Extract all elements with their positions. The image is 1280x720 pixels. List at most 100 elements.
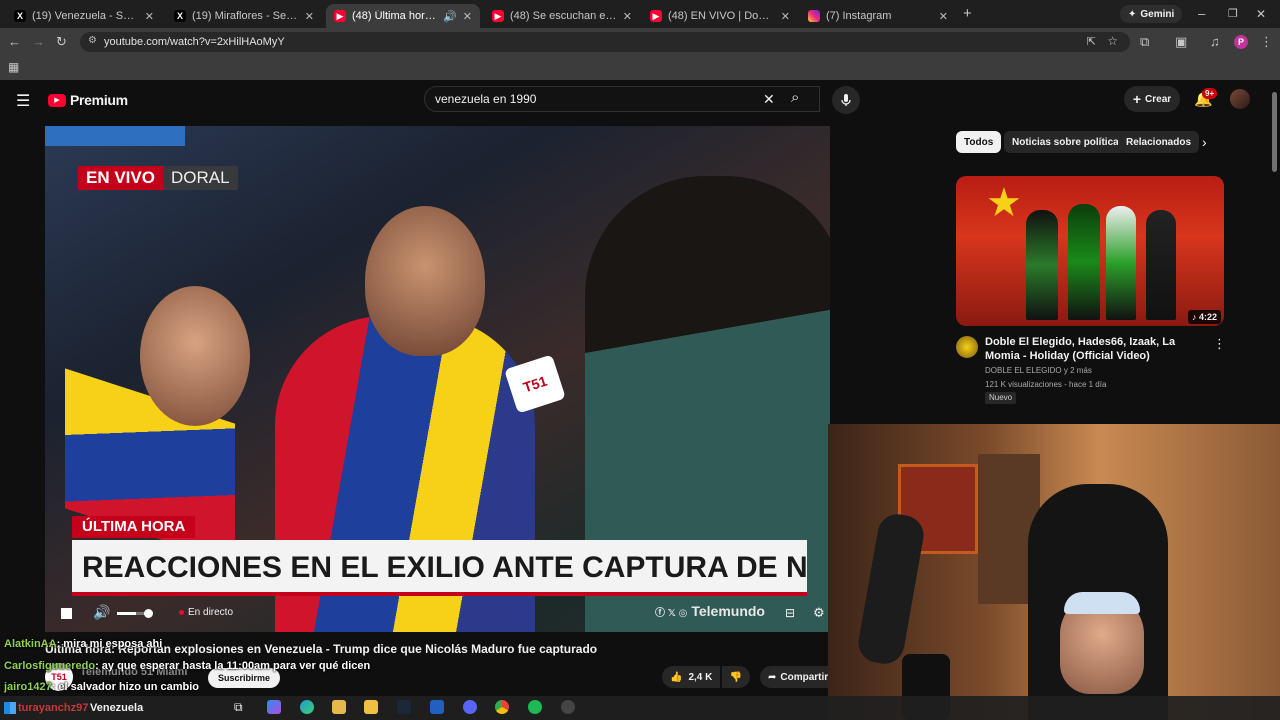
speaker-icon[interactable]: 🔊 — [443, 10, 457, 23]
page-scrollbar[interactable] — [1272, 92, 1277, 172]
chat-username: jairo1427 — [4, 681, 52, 693]
reload-icon[interactable]: ↻ — [56, 35, 67, 49]
close-tab-icon[interactable]: ✕ — [781, 10, 790, 23]
close-tab-icon[interactable]: ✕ — [145, 10, 154, 23]
related-channel-name[interactable]: DOBLE EL ELEGIDO y 2 más — [985, 366, 1092, 375]
artist-figure — [1026, 210, 1058, 320]
back-icon[interactable]: ← — [8, 35, 21, 49]
hamburger-menu-icon[interactable]: ☰ — [16, 91, 30, 111]
share-arrow-icon: ➦ — [768, 671, 777, 683]
chip-politica[interactable]: Noticias sobre política — [1004, 131, 1127, 153]
subtitles-icon[interactable]: ⊟ — [785, 606, 795, 620]
video-duration: ♪ 4:22 — [1188, 310, 1222, 324]
live-status[interactable]: En directo — [179, 607, 233, 618]
bookmark-star-icon[interactable]: ☆ — [1107, 34, 1118, 48]
gemini-sparkle-icon: ✦ — [1128, 8, 1137, 20]
browser-tab-active[interactable]: ▶ (48) Última hora: Reportan 🔊 ✕ — [326, 4, 480, 28]
youtube-play-icon: ▶ — [48, 93, 66, 107]
browser-tab[interactable]: ▶ (48) EN VIVO | Donald Trump c ✕ — [642, 4, 798, 28]
taskbar-search[interactable]: Venezuela — [90, 702, 143, 714]
scene-sign — [45, 126, 185, 146]
apps-grid-icon[interactable]: ▦ — [8, 60, 19, 74]
profile-avatar[interactable]: P — [1234, 35, 1248, 49]
close-window-icon[interactable]: ✕ — [1256, 7, 1266, 21]
address-bar[interactable]: ⚙ youtube.com/watch?v=2xHilHAoMyY ⇱ ☆ — [80, 32, 1130, 52]
forward-icon[interactable]: → — [32, 35, 45, 49]
streamer-webcam — [828, 424, 1280, 720]
stream-username: turayanchz97 — [18, 702, 89, 714]
edge-icon[interactable] — [300, 700, 314, 714]
player-controls: 🔊 En directo ⓕ 𝕏 ◎ Telemundo ⊟ ⚙ — [45, 598, 830, 632]
woman-face — [140, 286, 250, 426]
microphone-icon — [841, 94, 851, 106]
close-tab-icon[interactable]: ✕ — [463, 10, 472, 23]
like-button[interactable]: 👍 2,4 K — [662, 666, 720, 688]
search-icon[interactable]: ⌕ — [791, 89, 799, 106]
obs-icon[interactable] — [561, 700, 575, 714]
browser-menu-icon[interactable]: ⋮ — [1260, 35, 1273, 49]
site-info-icon[interactable]: ⚙ — [88, 35, 97, 46]
steam-icon[interactable] — [397, 700, 411, 714]
store-icon[interactable] — [430, 700, 444, 714]
close-tab-icon[interactable]: ✕ — [939, 10, 948, 23]
new-tab-icon[interactable]: + — [963, 6, 972, 21]
artist-figure — [1068, 204, 1100, 320]
voice-search-button[interactable] — [832, 86, 860, 114]
create-button[interactable]: + Crear — [1124, 86, 1180, 112]
chip-todos[interactable]: Todos — [956, 131, 1002, 153]
folder-icon[interactable] — [364, 700, 378, 714]
volume-icon[interactable]: 🔊 — [93, 604, 110, 621]
thumbs-down-icon: 👎 — [729, 671, 743, 683]
discord-icon[interactable] — [463, 700, 477, 714]
account-avatar[interactable] — [1230, 89, 1250, 109]
browser-tab[interactable]: X (19) Venezuela - Search / X ✕ — [6, 4, 162, 28]
live-banner: EN VIVO DORAL — [78, 166, 238, 190]
settings-gear-icon[interactable]: ⚙ — [813, 605, 825, 621]
live-dot-icon — [179, 610, 184, 615]
browser-tab[interactable]: (7) Instagram ✕ — [800, 4, 956, 28]
split-view-icon[interactable]: ▣ — [1175, 35, 1187, 49]
close-tab-icon[interactable]: ✕ — [623, 10, 632, 23]
close-tab-icon[interactable]: ✕ — [305, 10, 314, 23]
task-view-icon[interactable]: ⧉ — [234, 700, 243, 715]
young-man-head — [365, 206, 485, 356]
headband — [1064, 592, 1140, 614]
related-video-thumbnail[interactable]: ★ — [956, 176, 1224, 326]
bookmarks-bar — [0, 56, 1280, 80]
search-input[interactable]: venezuela en 1990 ✕ ⌕ — [424, 86, 820, 112]
related-more-icon[interactable]: ⋮ — [1213, 336, 1226, 352]
minimize-icon[interactable]: – — [1198, 7, 1205, 21]
stop-icon[interactable] — [61, 608, 72, 619]
clear-search-icon[interactable]: ✕ — [763, 91, 775, 108]
chips-next-icon[interactable]: › — [1202, 134, 1207, 150]
gemini-button[interactable]: ✦ Gemini — [1120, 5, 1183, 23]
spotify-icon[interactable] — [528, 700, 542, 714]
windows-start-icon[interactable] — [4, 702, 16, 714]
copilot-icon[interactable] — [267, 700, 281, 714]
volume-knob[interactable] — [144, 609, 153, 618]
x-logo-icon: X — [14, 10, 26, 22]
dislike-button[interactable]: 👎 — [722, 666, 750, 688]
notification-badge: 9+ — [1202, 88, 1218, 99]
install-app-icon[interactable]: ⇱ — [1087, 35, 1096, 48]
chip-relacionados[interactable]: Relacionados — [1118, 131, 1200, 153]
chrome-icon[interactable] — [495, 700, 509, 714]
file-explorer-icon[interactable] — [332, 700, 346, 714]
telemundo-watermark: ⓕ 𝕏 ◎ Telemundo — [655, 603, 765, 619]
share-button[interactable]: ➦ Compartir — [760, 666, 828, 688]
extensions-icon[interactable]: ⧉ — [1140, 35, 1149, 49]
volume-slider[interactable] — [117, 609, 153, 618]
related-video-title[interactable]: Doble El Elegido, Hades66, Izaak, La Mom… — [985, 335, 1210, 363]
thumbs-up-icon: 👍 — [670, 671, 683, 683]
microphone-arm — [855, 511, 927, 667]
related-channel-avatar[interactable] — [956, 336, 978, 358]
youtube-logo[interactable]: ▶ Premium — [48, 92, 128, 108]
browser-tab[interactable]: ▶ (48) Se escuchan explosiones y ✕ — [484, 4, 640, 28]
chat-message: Carlosfiguueredo: ay que esperar hasta l… — [4, 660, 370, 672]
browser-tab[interactable]: X (19) Miraflores - Search / X ✕ — [166, 4, 322, 28]
media-control-icon[interactable]: ♫ — [1210, 35, 1220, 49]
related-video-meta: 121 K visualizaciones - hace 1 día — [985, 380, 1107, 389]
volume-level — [117, 612, 137, 615]
restore-icon[interactable]: ❐ — [1228, 7, 1238, 21]
social-icons: ⓕ 𝕏 ◎ — [655, 607, 688, 619]
